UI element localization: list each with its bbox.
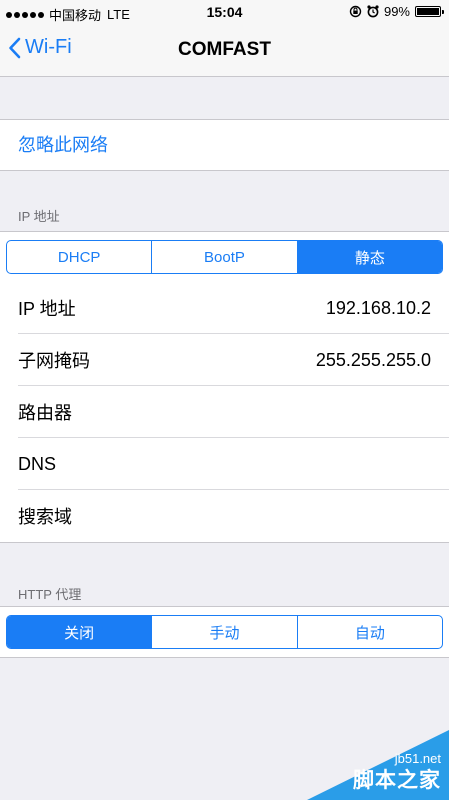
watermark: jb51.net 脚本之家 <box>307 730 449 800</box>
watermark-name: 脚本之家 <box>353 769 441 792</box>
proxy-mode-auto[interactable]: 自动 <box>298 616 442 648</box>
forget-network-button[interactable]: 忽略此网络 <box>0 120 449 170</box>
proxy-mode-off[interactable]: 关闭 <box>7 616 153 648</box>
ip-address-label: IP 地址 <box>18 299 76 319</box>
search-domain-label: 搜索域 <box>18 507 72 527</box>
navigation-bar: Wi-Fi COMFAST <box>0 26 449 77</box>
ip-address-row[interactable]: IP 地址 192.168.10.2 <box>0 282 449 334</box>
router-row[interactable]: 路由器 <box>0 386 449 438</box>
page-title: COMFAST <box>178 39 271 60</box>
rotation-lock-icon <box>349 5 362 18</box>
proxy-mode-segmented-control: 关闭 手动 自动 <box>6 615 443 649</box>
ip-address-value[interactable]: 192.168.10.2 <box>326 298 431 319</box>
status-bar: 中国移动 LTE 15:04 99% <box>0 0 449 26</box>
dns-row[interactable]: DNS <box>0 438 449 490</box>
ip-mode-bootp[interactable]: BootP <box>152 241 298 273</box>
ip-mode-wrapper: DHCP BootP 静态 <box>0 232 449 282</box>
subnet-mask-value[interactable]: 255.255.255.0 <box>316 350 431 371</box>
alarm-clock-icon <box>367 5 379 18</box>
ip-section-header: IP 地址 <box>18 209 60 224</box>
subnet-mask-label: 子网掩码 <box>18 351 90 371</box>
proxy-mode-manual[interactable]: 手动 <box>152 616 298 648</box>
forget-network-group: 忽略此网络 <box>0 119 449 171</box>
battery-percentage: 99% <box>383 4 410 19</box>
battery-icon <box>415 6 444 17</box>
dns-label: DNS <box>18 453 57 474</box>
search-domain-row[interactable]: 搜索域 <box>0 490 449 542</box>
router-label: 路由器 <box>18 403 72 423</box>
battery-fill <box>417 8 439 15</box>
subnet-mask-row[interactable]: 子网掩码 255.255.255.0 <box>0 334 449 386</box>
http-proxy-section-header: HTTP 代理 <box>18 587 82 602</box>
status-right: 99% <box>349 4 444 19</box>
http-proxy-group: 关闭 手动 自动 <box>0 606 449 658</box>
ip-mode-dhcp[interactable]: DHCP <box>7 241 153 273</box>
ip-settings-group: DHCP BootP 静态 IP 地址 192.168.10.2 子网掩码 25… <box>0 231 449 543</box>
ip-mode-segmented-control: DHCP BootP 静态 <box>6 240 443 274</box>
ip-mode-static[interactable]: 静态 <box>297 241 442 273</box>
proxy-mode-wrapper: 关闭 手动 自动 <box>0 607 449 657</box>
